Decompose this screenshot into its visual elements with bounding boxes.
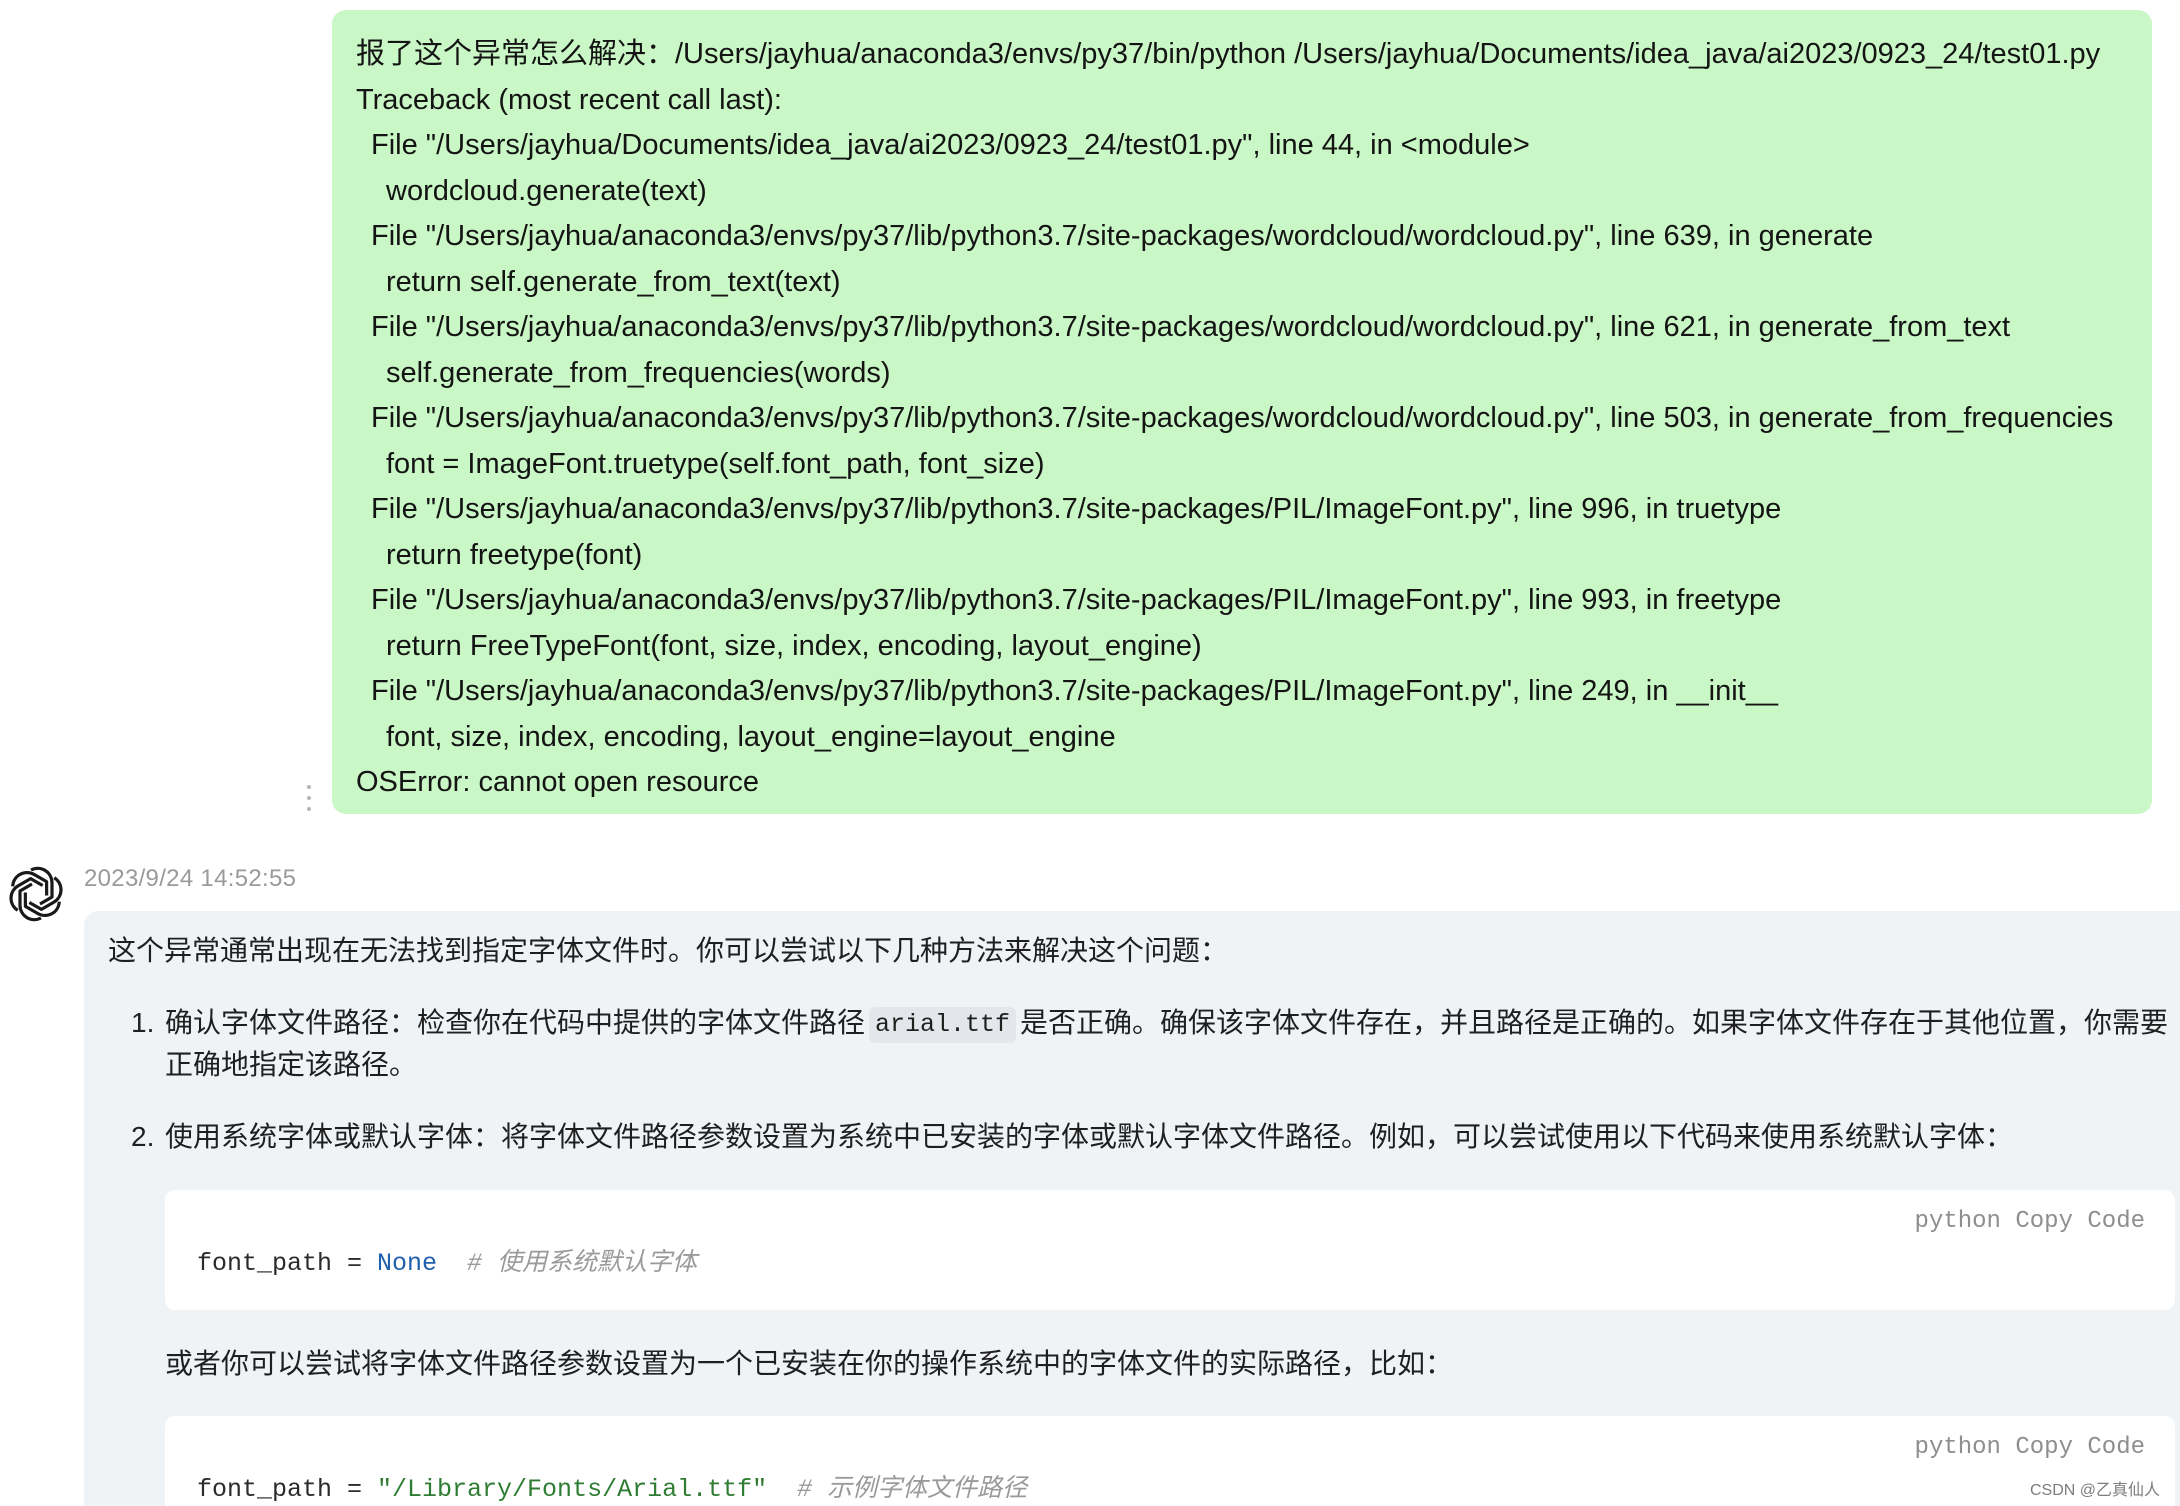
user-message-line: File "/Users/jayhua/anaconda3/envs/py37/… (371, 584, 1782, 616)
copy-code-button[interactable]: Copy Code (2015, 1434, 2145, 1461)
message-timestamp: 2023/9/24 14:52:55 (84, 865, 297, 892)
watermark: CSDN @乙真仙人 (2029, 1482, 2160, 1499)
user-message-line: OSError: cannot open resource (356, 766, 759, 798)
list-item-number: 2. (131, 1121, 155, 1152)
list-item-text-after: 是否正确。确保该字体文件存在，并且路径是正确的。如果字体文件存在于其他位置，你需… (1020, 1007, 2169, 1038)
list-item-text-line2: 正确地指定该路径。 (165, 1049, 418, 1080)
code-block: python Copy Code font_path = "/Library/F… (165, 1416, 2175, 1506)
assistant-message-bubble: 这个异常通常出现在无法找到指定字体文件时。你可以尝试以下几种方法来解决这个问题：… (84, 911, 2180, 1506)
code-line: font_path = None # 使用系统默认字体 (197, 1242, 697, 1278)
code-block-header: python Copy Code (1915, 1434, 2145, 1461)
user-message-line: File "/Users/jayhua/anaconda3/envs/py37/… (371, 311, 2011, 343)
code-line: font_path = "/Library/Fonts/Arial.ttf" #… (197, 1468, 1027, 1504)
code-block: python Copy Code font_path = None # 使用系统… (165, 1190, 2175, 1310)
code-token-comment: # 示例字体文件路径 (767, 1475, 1028, 1504)
list-item-text: 使用系统字体或默认字体：将字体文件路径参数设置为系统中已安装的字体或默认字体文件… (165, 1121, 2014, 1152)
code-token-string: "/Library/Fonts/Arial.ttf" (377, 1475, 768, 1504)
user-message-line: File "/Users/jayhua/anaconda3/envs/py37/… (371, 493, 1782, 525)
copy-code-button[interactable]: Copy Code (2015, 1208, 2145, 1235)
code-token-keyword: None (377, 1249, 438, 1278)
inline-code: arial.ttf (869, 1007, 1017, 1043)
dot (307, 796, 311, 800)
code-language-label: python (1914, 1434, 2001, 1461)
user-message-line: font = ImageFont.truetype(self.font_path… (386, 447, 1045, 480)
list-item-text: 确认字体文件路径：检查你在代码中提供的字体文件路径 arial.ttf 是否正确。确… (165, 1002, 2168, 1044)
openai-logo-icon (9, 866, 63, 922)
code-token: font_path = (197, 1475, 378, 1504)
list-item-text-before: 确认字体文件路径：检查你在代码中提供的字体文件路径 (165, 1007, 866, 1038)
user-message-line: return freetype(font) (386, 538, 643, 571)
code-token: font_path = (197, 1249, 378, 1278)
code-block-header: python Copy Code (1915, 1208, 2145, 1235)
user-message-line: wordcloud.generate(text) (386, 174, 707, 207)
list-item-number: 1. (131, 1007, 155, 1038)
assistant-intro-text: 这个异常通常出现在无法找到指定字体文件时。你可以尝试以下几种方法来解决这个问题： (108, 935, 1229, 966)
user-message-line: return self.generate_from_text(text) (386, 265, 841, 298)
code-token-comment: # 使用系统默认字体 (437, 1249, 698, 1278)
code-language-label: python (1914, 1208, 2001, 1235)
user-message-line: File "/Users/jayhua/Documents/idea_java/… (371, 129, 1530, 161)
user-message-line: File "/Users/jayhua/anaconda3/envs/py37/… (371, 220, 1874, 252)
user-message-line: 报了这个异常怎么解决：/Users/jayhua/anaconda3/envs/… (356, 38, 2101, 70)
assistant-paragraph: 或者你可以尝试将字体文件路径参数设置为一个已安装在你的操作系统中的字体文件的实际… (165, 1348, 1454, 1379)
user-message-line: self.generate_from_frequencies(words) (386, 356, 891, 389)
dot (307, 785, 311, 789)
user-message-line: File "/Users/jayhua/anaconda3/envs/py37/… (371, 402, 2114, 434)
user-message-line: File "/Users/jayhua/anaconda3/envs/py37/… (371, 675, 1778, 707)
user-message-bubble: 报了这个异常怎么解决：/Users/jayhua/anaconda3/envs/… (332, 10, 2152, 814)
dot (307, 807, 311, 811)
user-message-line: font, size, index, encoding, layout_engi… (386, 720, 1116, 753)
user-message-line: return FreeTypeFont(font, size, index, e… (386, 629, 1202, 662)
user-message-line: Traceback (most recent call last): (356, 83, 782, 116)
more-options-icon[interactable] (302, 785, 316, 811)
